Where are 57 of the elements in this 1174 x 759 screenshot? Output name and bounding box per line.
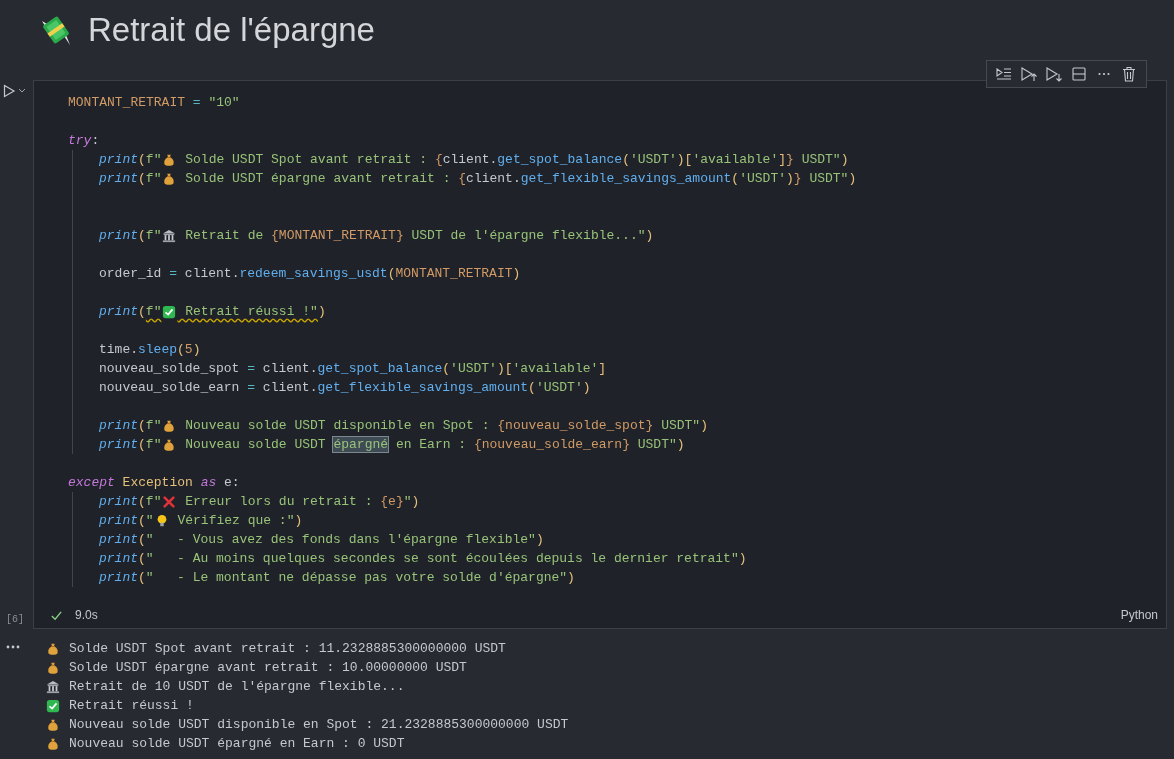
code-text: Retrait de {MONTANT_RETRAIT} USDT de l'épargne flexible..."): [184, 227, 654, 245]
code-text: time.sleep(5): [99, 341, 201, 359]
code-text: print(f": [99, 227, 162, 245]
code-text: order_id = client.redeem_savings_usdt(MONTANT_RETRAIT): [99, 265, 521, 283]
code-text: print(" - Le montant ne dépasse pas votre solde d'épargne"): [99, 569, 575, 587]
code-text: try:: [68, 132, 100, 150]
code-text: print(f": [99, 417, 162, 435]
code-text: Solde USDT épargne avant retrait : {client.get_flexible_savings_amount('USDT')} USDT"): [184, 170, 857, 188]
code-text: print(f": [99, 436, 162, 454]
cross-icon: [162, 494, 177, 509]
language-label[interactable]: Python: [1120, 608, 1158, 622]
check-mark-icon: [46, 698, 60, 713]
code-text: print(f": [99, 493, 162, 511]
output-line: Retrait réussi !: [69, 698, 194, 713]
code-text: print(f": [99, 151, 162, 169]
split-cell-icon[interactable]: [1070, 65, 1088, 83]
bank-icon: [162, 228, 177, 243]
chevron-down-icon[interactable]: [18, 88, 26, 93]
money-bag-icon: [162, 418, 177, 433]
more-icon[interactable]: [6, 645, 20, 649]
output-line: Retrait de 10 USDT de l'épargne flexible...: [69, 679, 405, 694]
output-line: Solde USDT Spot avant retrait : 11.2328885300000000 USDT: [69, 641, 506, 656]
run-above-icon[interactable]: [1020, 65, 1038, 83]
code-text: nouveau_solde_spot = client.get_spot_balance('USDT')['available']: [99, 360, 607, 378]
money-bag-icon: [46, 717, 60, 732]
code-text: Nouveau solde USDT disponible en Spot : {nouveau_solde_spot} USDT"): [184, 417, 708, 435]
code-text: print(f": [99, 303, 162, 321]
run-below-icon[interactable]: [1045, 65, 1063, 83]
code-text: Nouveau solde USDT épargné en Earn : {nouveau_solde_earn} USDT"): [184, 436, 685, 454]
code-text: Retrait réussi !"): [184, 303, 326, 321]
output-line: Nouveau solde USDT disponible en Spot : 21.2328885300000000 USDT: [69, 717, 569, 732]
code-text: print(": [99, 512, 154, 530]
code-text: Solde USDT Spot avant retrait : {client.get_spot_balance('USDT')['available']} USDT"): [184, 151, 849, 169]
delete-icon[interactable]: [1120, 65, 1138, 83]
code-text: print(f": [99, 170, 162, 188]
money-bag-icon: [162, 152, 177, 167]
code-text: except Exception as e:: [68, 474, 240, 492]
execution-count: [6]: [5, 614, 25, 625]
notebook-heading: Retrait de l'épargne: [88, 11, 375, 49]
money-bag-icon: [162, 437, 177, 452]
run-by-line-icon[interactable]: [995, 65, 1013, 83]
output-line: Solde USDT épargne avant retrait : 10.00000000 USDT: [69, 660, 467, 675]
code-text: print(" - Vous avez des fonds dans l'épargne flexible"): [99, 531, 544, 549]
money-bag-icon: [46, 660, 60, 675]
bank-icon: [46, 679, 60, 694]
money-bag-icon: [46, 736, 60, 751]
money-bag-icon: [46, 641, 60, 656]
code-text: print(" - Au moins quelques secondes se sont écoulées depuis le dernier retrait"): [99, 550, 747, 568]
money-bag-icon: [162, 171, 177, 186]
code-text: MONTANT_RETRAIT = "10": [68, 94, 240, 112]
output-line: Nouveau solde USDT épargné en Earn : 0 USDT: [69, 736, 405, 751]
code-text: Erreur lors du retrait : {e}"): [184, 493, 420, 511]
code-text: Vérifiez que :"): [176, 512, 303, 530]
code-cell[interactable]: [33, 80, 1167, 629]
execution-time: 9.0s: [75, 608, 98, 622]
check-mark-icon: [162, 304, 177, 319]
code-text: nouveau_solde_earn = client.get_flexible_savings_amount('USDT'): [99, 379, 591, 397]
